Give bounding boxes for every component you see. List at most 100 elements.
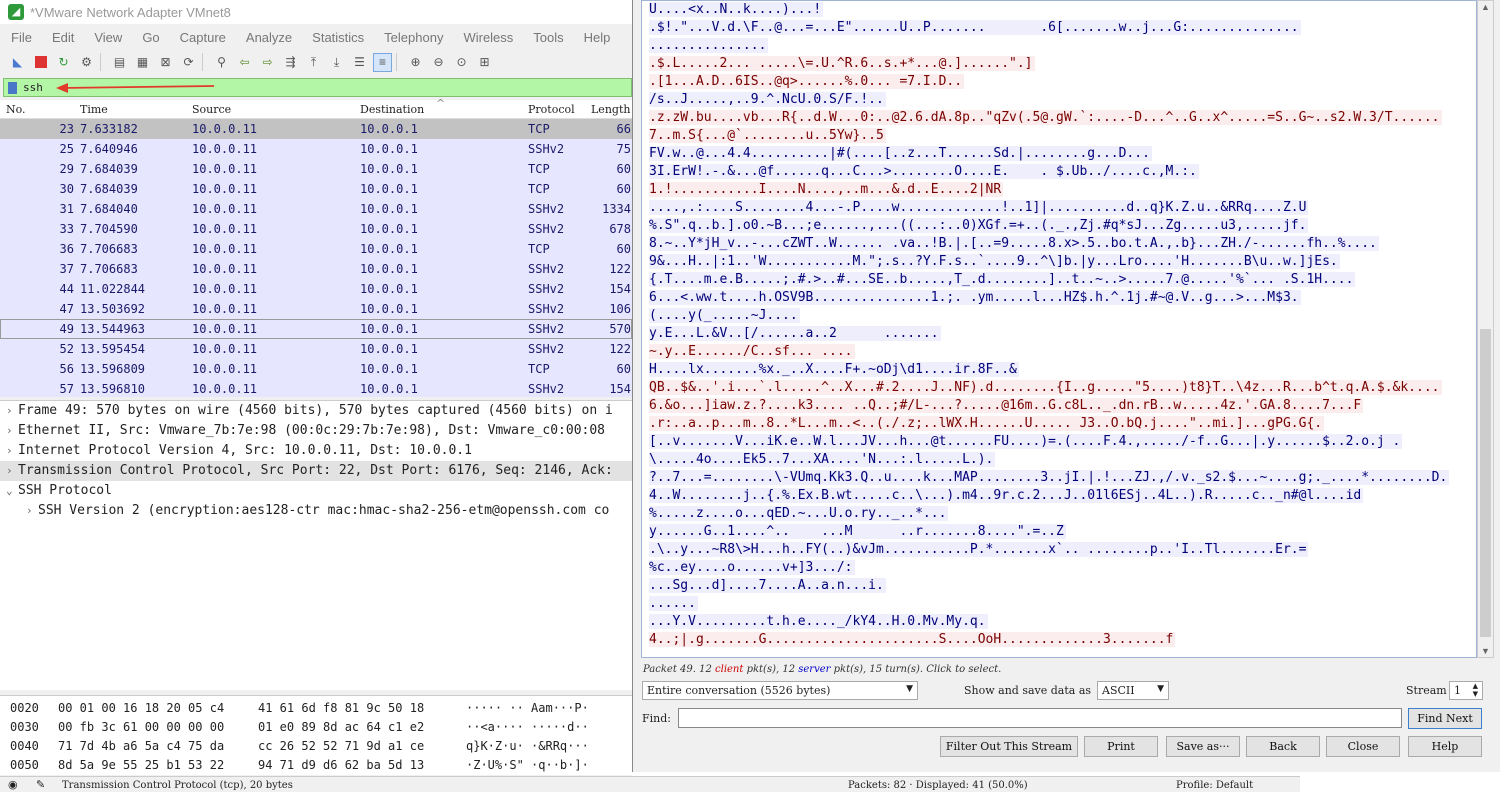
detail-row[interactable]: ⌄ SSH Protocol [0,481,632,501]
packet-row[interactable]: 37 7.706683 10.0.0.11 10.0.0.1 SSHv2 122 [0,259,632,279]
col-time[interactable]: Time [80,103,108,116]
stop-icon[interactable] [31,53,50,72]
packet-row[interactable]: 56 13.596809 10.0.0.11 10.0.0.1 TCP 60 [0,359,632,379]
collapsed-arrow-icon[interactable]: › [0,464,18,477]
menu-statistics[interactable]: Statistics [301,30,373,45]
col-length[interactable]: Length [591,103,630,116]
menu-help[interactable]: Help [573,30,620,45]
hex-row[interactable]: 0020 00 01 00 16 18 20 05 c4 41 61 6d f8 8… [0,699,632,718]
col-destination[interactable]: Destination [360,103,424,116]
reload-icon[interactable]: ⟳ [179,53,198,72]
scroll-thumb[interactable] [1480,329,1491,637]
spin-arrows-icon[interactable]: ▲ ▼ [1473,682,1478,698]
packet-row[interactable]: 23 7.633182 10.0.0.11 10.0.0.1 TCP 66 [0,119,632,139]
close-file-icon[interactable]: ⊠ [156,53,175,72]
col-protocol[interactable]: Protocol [528,103,575,116]
packet-row[interactable]: 47 13.503692 10.0.0.11 10.0.0.1 SSHv2 106 [0,299,632,319]
menu-wireless[interactable]: Wireless [452,30,522,45]
collapsed-arrow-icon[interactable]: › [20,504,38,517]
menu-go[interactable]: Go [131,30,168,45]
help-button[interactable]: Help [1408,736,1482,757]
detail-row[interactable]: › Frame 49: 570 bytes on wire (4560 bits)… [0,401,632,421]
packet-row[interactable]: 57 13.596810 10.0.0.11 10.0.0.1 SSHv2 154 [0,379,632,397]
save-icon[interactable]: ▦ [133,53,152,72]
packet-no: 33 [59,222,74,236]
packet-src: 10.0.0.11 [192,282,258,296]
packet-row[interactable]: 49 13.544963 10.0.0.11 10.0.0.1 SSHv2 570 [0,319,632,339]
first-icon[interactable]: ⤒ [304,53,323,72]
zoom-out-icon[interactable]: ⊖ [429,53,448,72]
expert-info-icon[interactable]: ◉ [8,778,18,791]
packet-row[interactable]: 25 7.640946 10.0.0.11 10.0.0.1 SSHv2 75 [0,139,632,159]
save-as-button[interactable]: Save as··· [1166,736,1240,757]
server-data-line: 6...<.ww.t....h.OSV9B...............1.;.… [642,289,1476,307]
collapsed-arrow-icon[interactable]: › [0,444,18,457]
menu-telephony[interactable]: Telephony [373,30,452,45]
data-format-select[interactable]: ASCII ▼ [1097,681,1169,700]
detail-row[interactable]: › Ethernet II, Src: Vmware_7b:7e:98 (00:0… [0,421,632,441]
packet-list[interactable]: 23 7.633182 10.0.0.11 10.0.0.1 TCP 66 25 7.6409… [0,119,632,397]
display-filter-input[interactable]: ssh [23,81,43,94]
detail-row[interactable]: › SSH Version 2 (encryption:aes128-ctr ma… [0,501,632,521]
find-icon[interactable]: ⚲ [212,53,231,72]
collapsed-arrow-icon[interactable]: › [0,424,18,437]
find-next-button[interactable]: Find Next [1408,708,1482,729]
print-button[interactable]: Print [1084,736,1158,757]
close-button[interactable]: Close [1326,736,1400,757]
filter-out-stream-button[interactable]: Filter Out This Stream [940,736,1078,757]
expanded-arrow-icon[interactable]: ⌄ [0,484,18,497]
col-no[interactable]: No. [6,103,26,116]
open-icon[interactable]: ▤ [110,53,129,72]
packet-time: 11.022844 [80,282,146,296]
packet-row[interactable]: 52 13.595454 10.0.0.11 10.0.0.1 SSHv2 122 [0,339,632,359]
colorize-icon[interactable]: ≡ [373,52,392,72]
col-source[interactable]: Source [192,103,231,116]
packet-row[interactable]: 30 7.684039 10.0.0.11 10.0.0.1 TCP 60 [0,179,632,199]
menu-tools[interactable]: Tools [522,30,572,45]
stream-text: .\..y...~R8\>H...h..FY(..)&vJm..........… [649,542,1309,557]
edit-comment-icon[interactable]: ✎ [36,778,45,791]
scroll-down-icon[interactable]: ▼ [1481,646,1490,656]
back-icon[interactable]: ⇦ [235,53,254,72]
packet-no: 47 [59,302,74,316]
menu-file[interactable]: File [0,30,41,45]
menu-edit[interactable]: Edit [41,30,83,45]
conversation-select[interactable]: Entire conversation (5526 bytes) ▼ [642,681,918,700]
packet-row[interactable]: 33 7.704590 10.0.0.11 10.0.0.1 SSHv2 678 [0,219,632,239]
zoom-in-icon[interactable]: ⊕ [406,53,425,72]
goto-icon[interactable]: ⇶ [281,53,300,72]
zoom-normal-icon[interactable]: ⊙ [452,53,471,72]
stream-scrollbar[interactable]: ▲ ▼ [1477,0,1494,658]
back-button[interactable]: Back [1246,736,1320,757]
menu-analyze[interactable]: Analyze [235,30,301,45]
packet-len: 60 [616,362,631,376]
hex-row[interactable]: 0040 71 7d 4b a6 5a c4 75 da cc 26 52 52 7… [0,737,632,756]
packet-row[interactable]: 44 11.022844 10.0.0.11 10.0.0.1 SSHv2 154 [0,279,632,299]
hex-row[interactable]: 0030 00 fb 3c 61 00 00 00 00 01 e0 89 8d a… [0,718,632,737]
stream-number-spinbox[interactable]: 1 ▲ ▼ [1449,681,1483,700]
packet-row[interactable]: 31 7.684040 10.0.0.11 10.0.0.1 SSHv2 1334 [0,199,632,219]
server-data-line: 8.~..Y*jH_v..-...cZWT..W...... .va..!B.|… [642,235,1476,253]
detail-row[interactable]: › Internet Protocol Version 4, Src: 10.0.… [0,441,632,461]
menu-view[interactable]: View [83,30,131,45]
hex-ascii: ····· ·· Aam···P· [466,701,589,715]
collapsed-arrow-icon[interactable]: › [0,404,18,417]
options-icon[interactable]: ⚙ [77,53,96,72]
detail-row[interactable]: › Transmission Control Protocol, Src Port… [0,461,632,481]
packet-row[interactable]: 36 7.706683 10.0.0.11 10.0.0.1 TCP 60 [0,239,632,259]
shark-fin-icon[interactable]: ◣ [8,53,27,72]
server-data-line: 9&...H..|:1..'W...........M.";.s..?Y.F.s… [642,253,1476,271]
last-icon[interactable]: ⤓ [327,53,346,72]
autoscroll-icon[interactable]: ☰ [350,53,369,72]
status-profile[interactable]: Profile: Default [1176,780,1253,791]
forward-icon[interactable]: ⇨ [258,53,277,72]
menu-capture[interactable]: Capture [169,30,235,45]
hex-row[interactable]: 0050 8d 5a 9e 55 25 b1 53 22 94 71 d9 d6 6… [0,756,632,775]
resize-columns-icon[interactable]: ⊞ [475,53,494,72]
packet-row[interactable]: 29 7.684039 10.0.0.11 10.0.0.1 TCP 60 [0,159,632,179]
stream-content[interactable]: U....<x..N..k....)...! .$!."...V.d.\F..@.… [641,0,1477,658]
restart-icon[interactable]: ↻ [54,53,73,72]
find-input[interactable] [678,708,1402,728]
bookmark-icon[interactable] [8,81,17,94]
scroll-up-icon[interactable]: ▲ [1481,2,1490,12]
